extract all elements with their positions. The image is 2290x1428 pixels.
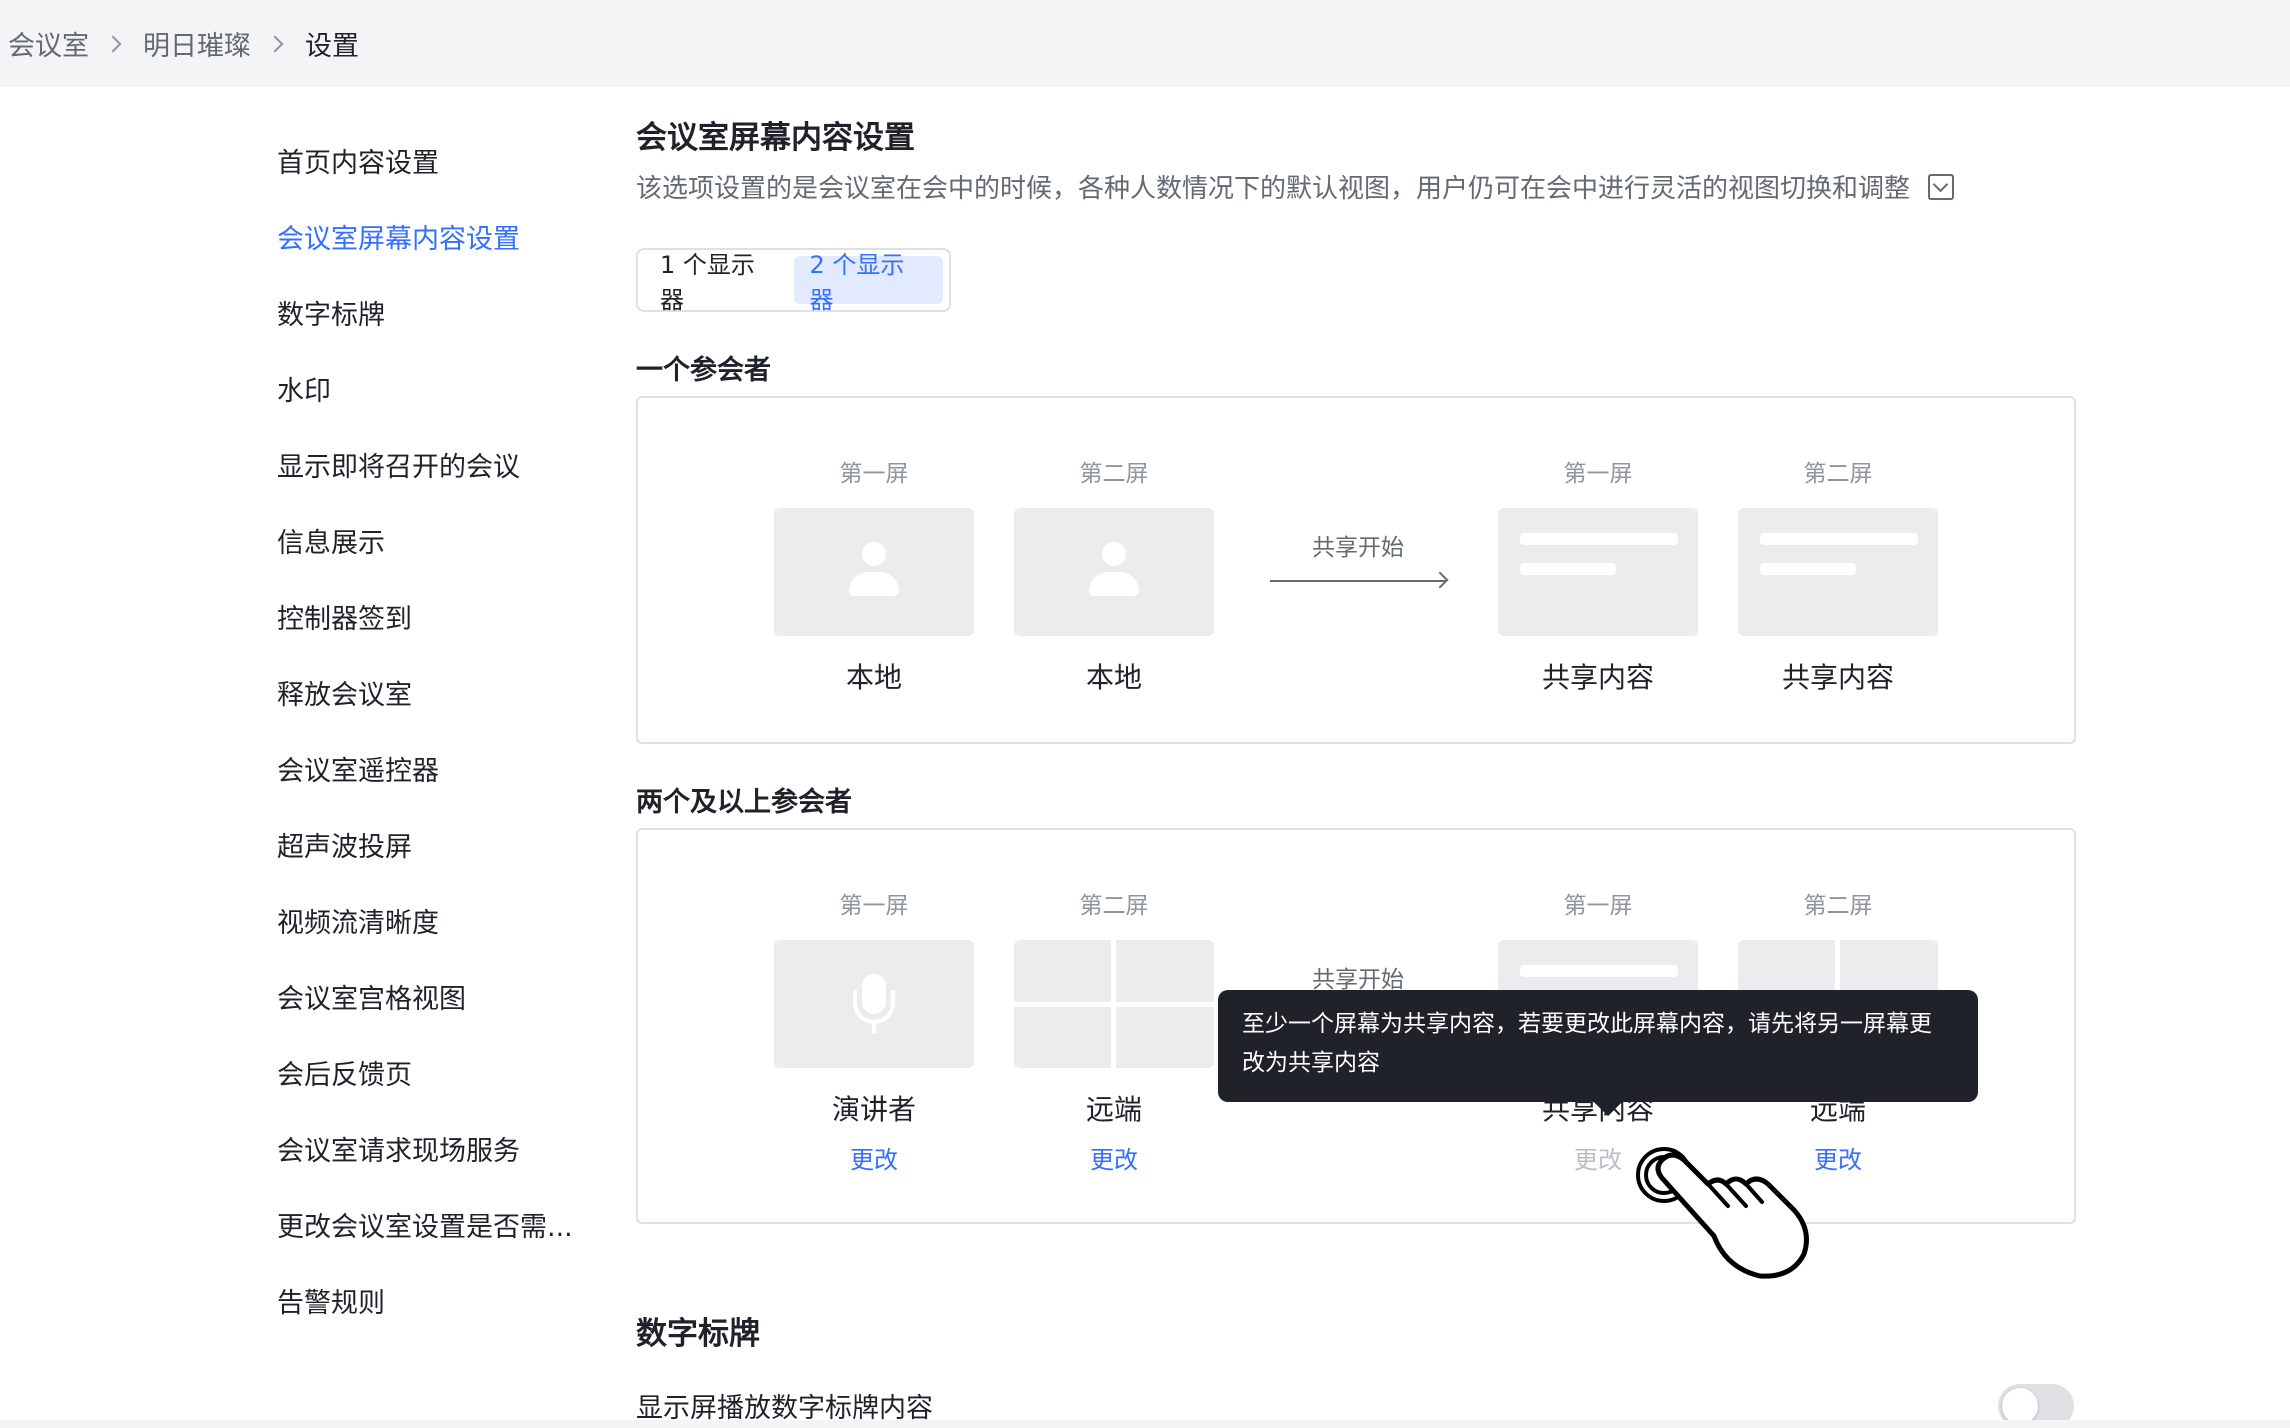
screen-thumbnail: [1014, 508, 1214, 636]
multi-screen-1: 第一屏 演讲者 更改: [774, 886, 974, 1175]
multi-screen-2: 第二屏 远端 更改: [1014, 886, 1214, 1175]
sidebar-item-room-grid-view[interactable]: 会议室宫格视图: [277, 958, 597, 1034]
one-participant-screen-2: 第二屏 本地: [1014, 454, 1214, 696]
change-button-disabled[interactable]: 更改: [1498, 1140, 1698, 1175]
page-description: 该选项设置的是会议室在会中的时候，各种人数情况下的默认视图，用户仍可在会中进行灵…: [636, 168, 1955, 205]
person-icon: [1089, 542, 1139, 602]
tooltip: 至少一个屏幕为共享内容，若要更改此屏幕内容，请先将另一屏幕更改为共享内容: [1218, 990, 1978, 1102]
chevron-right-icon: [266, 35, 284, 52]
shared-content-icon: [1498, 508, 1698, 636]
screen-name: 本地: [845, 661, 902, 694]
change-button[interactable]: 更改: [1738, 1140, 1938, 1175]
screen-head: 第二屏: [1079, 461, 1149, 487]
digital-signage-title: 数字标牌: [636, 1316, 760, 1352]
tab-two-displays[interactable]: 2 个显示器: [793, 251, 943, 314]
bottom-divider: [0, 1420, 2290, 1428]
one-participant-panel: 第一屏 本地 第二屏 本地 共享开始 第一屏 共享内容 第二屏 共享内容: [636, 396, 2076, 744]
sidebar-item-watermark[interactable]: 水印: [277, 350, 597, 426]
chevron-right-icon: [104, 35, 122, 52]
tab-one-display[interactable]: 1 个显示器: [644, 251, 794, 314]
sidebar-item-release-room[interactable]: 释放会议室: [277, 654, 597, 730]
arrow-label: 共享开始: [1312, 535, 1404, 561]
settings-sidebar: 首页内容设置 会议室屏幕内容设置 数字标牌 水印 显示即将召开的会议 信息展示 …: [277, 122, 597, 1338]
shared-content-icon: [1738, 508, 1938, 636]
sidebar-item-video-resolution[interactable]: 视频流清晰度: [277, 882, 597, 958]
arrow-right-icon: [1270, 580, 1446, 582]
breadcrumb-item-room[interactable]: 会议室: [8, 24, 89, 63]
share-start-arrow: 共享开始: [1270, 528, 1446, 582]
sidebar-item-digital-signage[interactable]: 数字标牌: [277, 274, 597, 350]
screen-head: 第一屏: [839, 461, 909, 487]
screen-head: 第二屏: [1079, 893, 1149, 919]
sidebar-item-post-meeting-feedback[interactable]: 会后反馈页: [277, 1034, 597, 1110]
breadcrumb: 会议室 明日璀璨 设置: [0, 0, 2290, 87]
sidebar-item-ultrasonic-casting[interactable]: 超声波投屏: [277, 806, 597, 882]
expand-icon[interactable]: [1928, 173, 1955, 200]
page-description-text: 该选项设置的是会议室在会中的时候，各种人数情况下的默认视图，用户仍可在会中进行灵…: [636, 174, 1911, 204]
screen-head: 第一屏: [839, 893, 909, 919]
change-button[interactable]: 更改: [1014, 1140, 1214, 1175]
sidebar-item-room-screen-content[interactable]: 会议室屏幕内容设置: [277, 198, 597, 274]
sidebar-item-upcoming-meetings[interactable]: 显示即将召开的会议: [277, 426, 597, 502]
breadcrumb-item-settings: 设置: [305, 31, 359, 62]
screen-thumbnail: [774, 508, 974, 636]
screen-head: 第一屏: [1563, 893, 1633, 919]
screen-name: 共享内容: [1781, 661, 1894, 694]
one-participant-screen-1: 第一屏 本地: [774, 454, 974, 696]
screen-name: 本地: [1085, 661, 1142, 694]
screen-name: 共享内容: [1541, 661, 1654, 694]
toggle-knob: [2002, 1388, 2038, 1424]
breadcrumb-item-room-name[interactable]: 明日璀璨: [143, 24, 251, 63]
sidebar-item-home-content[interactable]: 首页内容设置: [277, 122, 597, 198]
sidebar-item-settings-approval[interactable]: 更改会议室设置是否需...: [277, 1186, 597, 1262]
multi-participants-title: 两个及以上参会者: [636, 787, 852, 818]
one-participant-title: 一个参会者: [636, 355, 771, 386]
screen-head: 第二屏: [1803, 461, 1873, 487]
sidebar-item-onsite-service[interactable]: 会议室请求现场服务: [277, 1110, 597, 1186]
one-participant-share-screen-2: 第二屏 共享内容: [1738, 454, 1938, 696]
sidebar-item-room-remote[interactable]: 会议室遥控器: [277, 730, 597, 806]
microphone-icon: [852, 974, 896, 1034]
change-button[interactable]: 更改: [774, 1140, 974, 1175]
grid-view-icon: [1014, 940, 1214, 1068]
sidebar-item-info-display[interactable]: 信息展示: [277, 502, 597, 578]
screen-name: 远端: [1085, 1093, 1142, 1126]
screen-thumbnail: [774, 940, 974, 1068]
screen-head: 第二屏: [1803, 893, 1873, 919]
arrow-label: 共享开始: [1312, 967, 1404, 993]
screen-head: 第一屏: [1563, 461, 1633, 487]
sidebar-item-controller-checkin[interactable]: 控制器签到: [277, 578, 597, 654]
one-participant-share-screen-1: 第一屏 共享内容: [1498, 454, 1698, 696]
page-title: 会议室屏幕内容设置: [636, 120, 915, 156]
screen-name: 演讲者: [831, 1093, 916, 1126]
sidebar-item-alert-rules[interactable]: 告警规则: [277, 1262, 597, 1338]
display-count-switch: 1 个显示器 2 个显示器: [636, 248, 951, 314]
person-icon: [849, 542, 899, 602]
